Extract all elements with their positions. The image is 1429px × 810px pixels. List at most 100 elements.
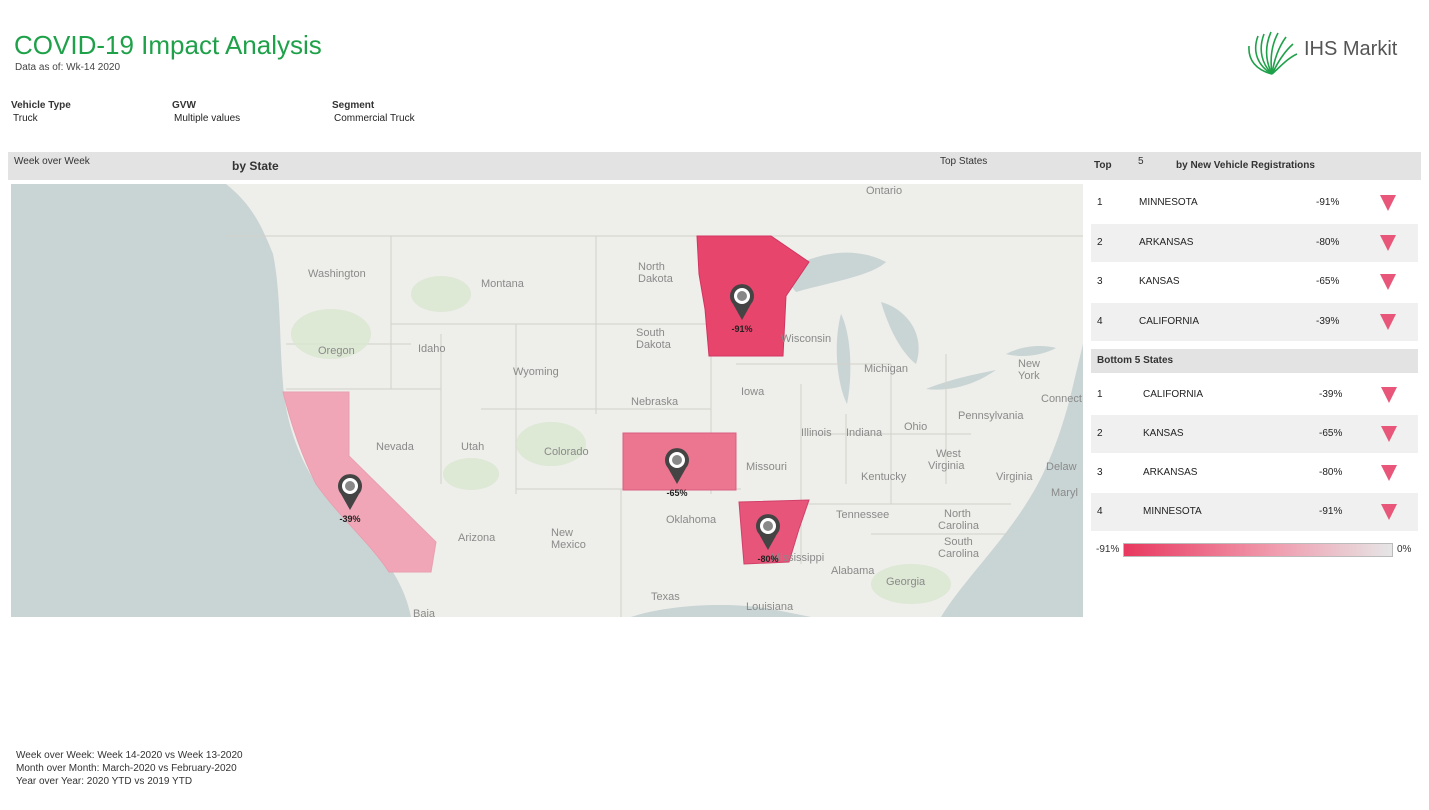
logo-text: IHS Markit <box>1304 38 1398 60</box>
map-label: Nevada <box>376 441 415 453</box>
map-label: Mexico <box>551 539 586 551</box>
rank: 1 <box>1097 197 1103 208</box>
rank: 3 <box>1097 276 1103 287</box>
state-name: ARKANSAS <box>1139 237 1194 248</box>
map-label: Nebraska <box>631 396 679 408</box>
map-label: York <box>1018 370 1040 382</box>
footnote-mom: Month over Month: March-2020 vs February… <box>16 763 237 774</box>
map-label: Wisconsin <box>781 333 831 345</box>
bottom-state-row[interactable]: 3 ARKANSAS -80% <box>1091 454 1418 492</box>
map-label: Virginia <box>996 471 1033 483</box>
map-label: Texas <box>651 591 680 603</box>
page-title: COVID-19 Impact Analysis <box>14 30 322 60</box>
filter-value: Truck <box>13 113 38 124</box>
top-state-row[interactable]: 1 MINNESOTA -91% <box>1091 184 1418 222</box>
state-name: ARKANSAS <box>1143 467 1198 478</box>
change-pct: -91% <box>1316 197 1340 208</box>
map-label: Carolina <box>938 520 980 532</box>
state-name: CALIFORNIA <box>1139 316 1200 327</box>
map-label: Alabama <box>831 565 875 577</box>
rank: 4 <box>1097 506 1103 517</box>
down-triangle-icon <box>1381 426 1397 442</box>
down-triangle-icon <box>1380 314 1396 330</box>
rank: 4 <box>1097 316 1103 327</box>
change-pct: -65% <box>1319 428 1343 439</box>
change-pct: -39% <box>1319 389 1343 400</box>
state-name: KANSAS <box>1139 276 1180 287</box>
legend-min: -91% <box>1096 544 1120 555</box>
map-label: Kentucky <box>861 471 907 483</box>
map-label: Missouri <box>746 461 787 473</box>
map-label: Wyoming <box>513 366 559 378</box>
map-title: by State <box>232 159 279 173</box>
bottom-state-row[interactable]: 1 CALIFORNIA -39% <box>1091 376 1418 414</box>
down-triangle-icon <box>1381 387 1397 403</box>
filter-label: Segment <box>332 100 375 111</box>
filter-segment[interactable]: Segment Commercial Truck <box>332 100 415 124</box>
map-label: Georgia <box>886 576 926 588</box>
map-label: Ohio <box>904 421 927 433</box>
bottom-states-header: Bottom 5 States <box>1091 349 1418 373</box>
pin-value-label: -65% <box>666 488 687 498</box>
map-label: South <box>636 327 665 339</box>
bottom-state-row[interactable]: 2 KANSAS -65% <box>1091 415 1418 453</box>
footnote-wow: Week over Week: Week 14-2020 vs Week 13-… <box>16 750 243 761</box>
by-registrations-label: by New Vehicle Registrations <box>1176 160 1315 171</box>
map-label: New <box>1018 358 1040 370</box>
section-header-bar: Week over Week by State Top States Top 5… <box>8 152 1421 180</box>
filter-gvw[interactable]: GVW Multiple values <box>172 100 240 124</box>
down-triangle-icon <box>1380 274 1396 290</box>
state-name: MINNESOTA <box>1143 506 1202 517</box>
map-label: Arizona <box>458 532 496 544</box>
rank: 3 <box>1097 467 1103 478</box>
map-label: Baja <box>413 608 436 617</box>
map-label: Virginia <box>928 460 965 472</box>
map-label: Colorado <box>544 446 589 458</box>
change-pct: -91% <box>1319 506 1343 517</box>
state-name: CALIFORNIA <box>1143 389 1204 400</box>
top-state-row[interactable]: 4 CALIFORNIA -39% <box>1091 303 1418 341</box>
map-label: Carolina <box>938 548 980 560</box>
map-label: Utah <box>461 441 484 453</box>
top-state-row[interactable]: 2 ARKANSAS -80% <box>1091 224 1418 262</box>
filter-label: Vehicle Type <box>11 100 71 111</box>
map-label: North <box>638 261 665 273</box>
lake-michigan <box>836 314 851 404</box>
pin-value-label: -80% <box>757 554 778 564</box>
map-label: West <box>936 448 961 460</box>
map-label: Tennessee <box>836 509 889 521</box>
pin-value-label: -39% <box>339 514 360 524</box>
top-n-selector[interactable]: 5 <box>1138 156 1144 167</box>
filter-value: Multiple values <box>174 113 241 124</box>
footnotes: Week over Week: Week 14-2020 vs Week 13-… <box>16 749 243 788</box>
map-label: North <box>944 508 971 520</box>
map-label: Oregon <box>318 345 355 357</box>
filter-vehicle-type[interactable]: Vehicle Type Truck <box>11 100 71 124</box>
change-pct: -80% <box>1316 237 1340 248</box>
legend-max: 0% <box>1397 544 1412 555</box>
period-selector[interactable]: Week over Week <box>14 156 90 167</box>
data-as-of: Data as of: Wk-14 2020 <box>15 62 121 73</box>
map-label: Michigan <box>864 363 908 375</box>
logo-sunburst-icon <box>1248 31 1298 75</box>
bottom-states-title: Bottom 5 States <box>1097 355 1174 366</box>
lake-erie <box>926 370 996 390</box>
top-label: Top <box>1094 160 1112 171</box>
pacific-ocean <box>11 184 411 617</box>
filter-label: GVW <box>172 100 196 111</box>
top-state-row[interactable]: 3 KANSAS -65% <box>1091 263 1418 301</box>
down-triangle-icon <box>1381 465 1397 481</box>
map-label: Oklahoma <box>666 514 717 526</box>
map-label: Delaw <box>1046 461 1077 473</box>
map-label: South <box>944 536 973 548</box>
lake-huron <box>881 302 919 364</box>
bottom-state-row[interactable]: 4 MINNESOTA -91% <box>1091 493 1418 531</box>
map-label: Washington <box>308 268 366 280</box>
state-map[interactable]: Ontario Washington Montana North Dakota South… <box>11 184 1083 617</box>
state-name: KANSAS <box>1143 428 1184 439</box>
change-pct: -39% <box>1316 316 1340 327</box>
map-label: Ontario <box>866 185 902 197</box>
rank: 1 <box>1097 389 1103 400</box>
legend-gradient <box>1123 543 1393 557</box>
lake-ontario <box>1006 346 1056 356</box>
